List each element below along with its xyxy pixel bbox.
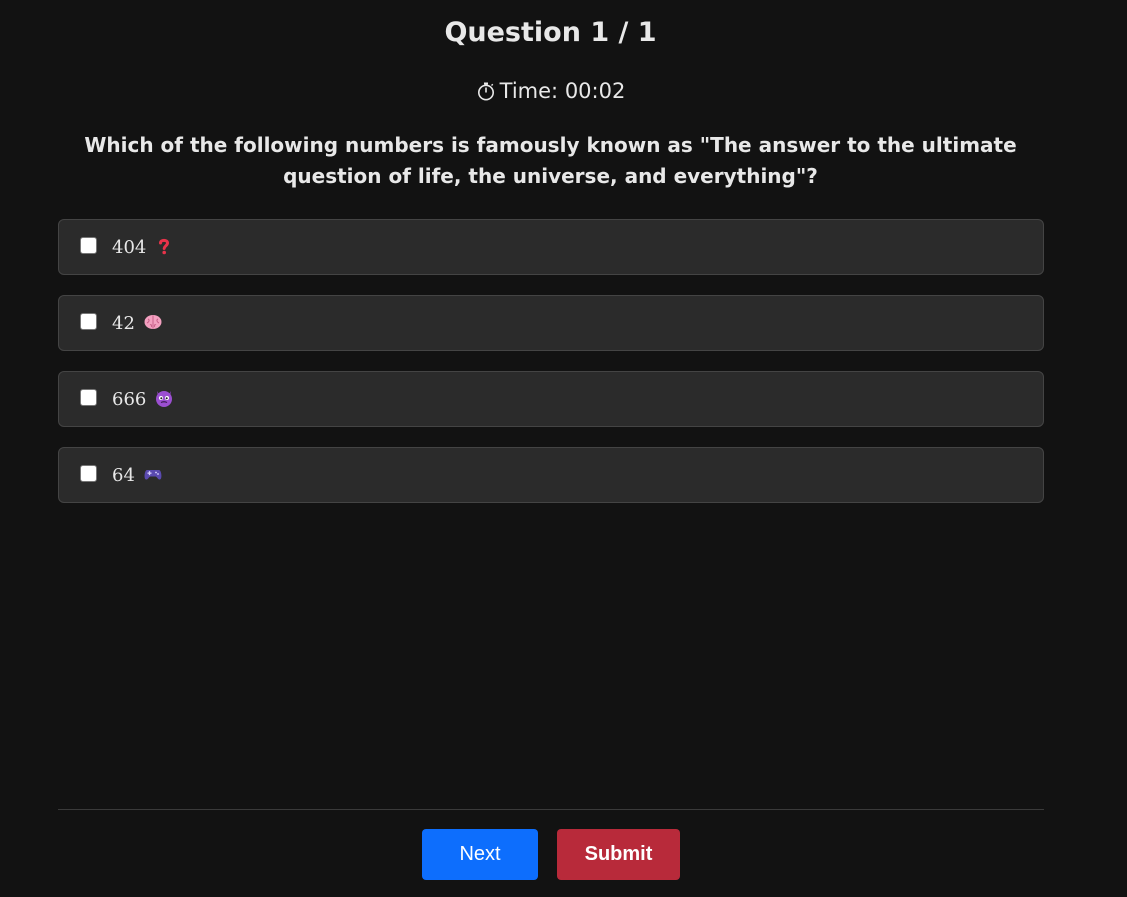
option-checkbox[interactable]: [80, 388, 97, 406]
question-mark-icon: [154, 236, 174, 256]
timer-value: 00:02: [564, 79, 626, 103]
option-checkbox[interactable]: [80, 464, 97, 482]
quiz-page: Question 1 / 1 Time: 00:02 Which of the …: [0, 0, 1127, 897]
footer-divider: [58, 809, 1044, 810]
answer-option-64[interactable]: 64: [58, 447, 1044, 503]
brain-icon: [143, 312, 163, 332]
option-label: 64: [112, 464, 135, 486]
answer-option-666[interactable]: 666: [58, 371, 1044, 427]
devil-icon: [154, 388, 174, 408]
next-button[interactable]: Next: [422, 829, 538, 880]
timer: Time: 00:02: [0, 76, 1101, 106]
stopwatch-icon: [476, 76, 496, 106]
submit-button[interactable]: Submit: [557, 829, 680, 880]
option-label: 42: [112, 312, 135, 334]
option-checkbox[interactable]: [80, 312, 97, 330]
answer-option-42[interactable]: 42: [58, 295, 1044, 351]
game-controller-icon: [143, 464, 163, 484]
option-label: 404: [112, 236, 147, 258]
question-text: Which of the following numbers is famous…: [84, 133, 1017, 188]
answer-option-404[interactable]: 404: [58, 219, 1044, 275]
question-counter: Question 1 / 1: [444, 17, 657, 48]
option-label: 666: [112, 388, 147, 410]
answer-options: 404 42 666 64: [58, 219, 1044, 523]
timer-label: Time:: [499, 79, 559, 103]
option-checkbox[interactable]: [80, 236, 97, 254]
